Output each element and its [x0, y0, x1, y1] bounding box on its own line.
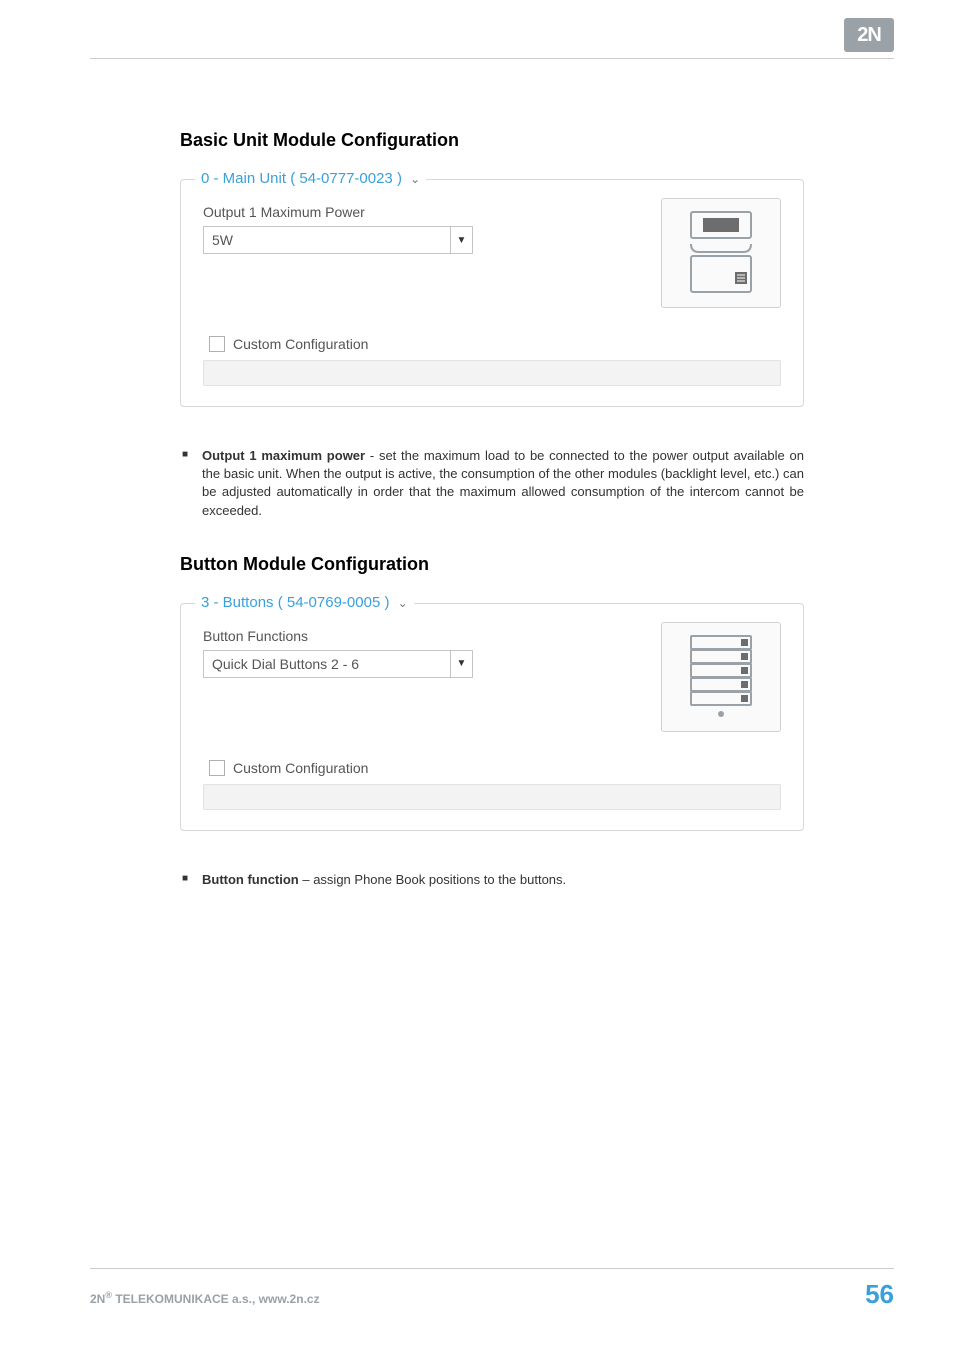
custom-config-row-2: Custom Configuration [209, 760, 781, 776]
custom-config-label-2: Custom Configuration [233, 760, 368, 776]
custom-config-row-1: Custom Configuration [209, 336, 781, 352]
output-power-select[interactable]: 5W ▼ [203, 226, 473, 254]
section1-bullets: Output 1 maximum power - set the maximum… [180, 447, 804, 520]
button-module-preview [661, 622, 781, 732]
button-functions-value: Quick Dial Buttons 2 - 6 [212, 656, 359, 672]
button-module-fieldset: 3 - Buttons ( 54-0769-0005 ) ⌄ Button Fu… [180, 603, 804, 831]
main-unit-legend-text: 0 - Main Unit ( 54-0777-0023 ) [201, 170, 402, 187]
page-footer: 2N® TELEKOMUNIKACE a.s., www.2n.cz 56 [90, 1268, 894, 1310]
button-module-legend-text: 3 - Buttons ( 54-0769-0005 ) [201, 594, 389, 611]
output-power-label: Output 1 Maximum Power [203, 204, 661, 220]
button-module-legend[interactable]: 3 - Buttons ( 54-0769-0005 ) ⌄ [195, 594, 414, 611]
section2-bullet-text: – assign Phone Book positions to the but… [299, 872, 566, 887]
footer-rest: TELEKOMUNIKACE a.s., www.2n.cz [112, 1292, 320, 1306]
output-power-value: 5W [212, 232, 233, 248]
section2-title: Button Module Configuration [180, 554, 804, 575]
footer-company: 2N® TELEKOMUNIKACE a.s., www.2n.cz [90, 1290, 320, 1306]
custom-config-input-1 [203, 360, 781, 386]
page-content: Basic Unit Module Configuration 0 - Main… [180, 130, 804, 923]
button-functions-label: Button Functions [203, 628, 661, 644]
main-unit-legend[interactable]: 0 - Main Unit ( 54-0777-0023 ) ⌄ [195, 170, 426, 187]
section2-bullet-bold: Button function [202, 872, 299, 887]
button-module-icon [681, 632, 761, 722]
section1-title: Basic Unit Module Configuration [180, 130, 804, 151]
section1-bullet-bold: Output 1 maximum power [202, 448, 365, 463]
chevron-down-icon: ⌄ [398, 596, 408, 610]
custom-config-checkbox-1[interactable] [209, 336, 225, 352]
button-functions-select[interactable]: Quick Dial Buttons 2 - 6 ▼ [203, 650, 473, 678]
custom-config-input-2 [203, 784, 781, 810]
page-number: 56 [865, 1279, 894, 1310]
brand-logo: 2N [844, 18, 894, 52]
section2-bullets: Button function – assign Phone Book posi… [180, 871, 804, 889]
brand-logo-text: 2N [857, 24, 881, 47]
main-unit-fieldset: 0 - Main Unit ( 54-0777-0023 ) ⌄ Output … [180, 179, 804, 407]
footer-reg: ® [105, 1290, 112, 1300]
custom-config-label-1: Custom Configuration [233, 336, 368, 352]
header-divider [90, 58, 894, 59]
section2-bullet-1: Button function – assign Phone Book posi… [202, 871, 804, 889]
caret-down-icon: ▼ [450, 651, 472, 677]
custom-config-checkbox-2[interactable] [209, 760, 225, 776]
section1-bullet-1: Output 1 maximum power - set the maximum… [202, 447, 804, 520]
caret-down-icon: ▼ [450, 227, 472, 253]
footer-brand: 2N [90, 1292, 105, 1306]
chevron-down-icon: ⌄ [410, 172, 420, 186]
main-unit-preview [661, 198, 781, 308]
main-unit-icon [681, 208, 761, 298]
